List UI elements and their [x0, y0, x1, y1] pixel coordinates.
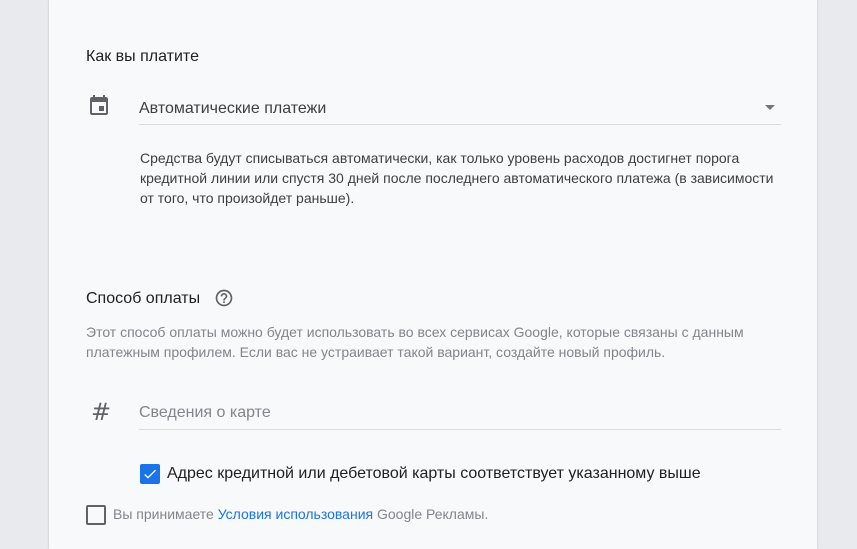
terms-suffix: Google Рекламы.: [373, 506, 489, 522]
hash-icon: #: [91, 398, 112, 426]
payment-method-info: Этот способ оплаты можно будет использов…: [86, 324, 744, 360]
chevron-down-icon: [765, 105, 775, 110]
payment-method-title: Способ оплаты: [86, 290, 201, 307]
payment-form-panel: Как вы платите Автоматические платежи Ср…: [49, 0, 817, 549]
payment-schedule-title: Как вы платите: [86, 48, 199, 65]
terms-prefix: Вы принимаете: [113, 506, 218, 522]
terms-checkbox[interactable]: [86, 505, 106, 525]
payment-schedule-value: Автоматические платежи: [139, 100, 327, 117]
card-details-input[interactable]: [139, 396, 781, 430]
address-match-label: Адрес кредитной или дебетовой карты соот…: [167, 465, 701, 482]
terms-text: Вы принимаете Условия использования Goog…: [113, 506, 488, 522]
payment-schedule-description: Средства будут списываться автоматически…: [140, 150, 774, 206]
payment-schedule-select[interactable]: Автоматические платежи: [139, 92, 781, 125]
terms-link[interactable]: Условия использования: [218, 506, 373, 522]
help-circle-icon[interactable]: [214, 288, 234, 308]
address-match-checkbox[interactable]: [140, 464, 160, 484]
checkmark-icon: [144, 469, 156, 479]
calendar-icon: [90, 95, 108, 115]
